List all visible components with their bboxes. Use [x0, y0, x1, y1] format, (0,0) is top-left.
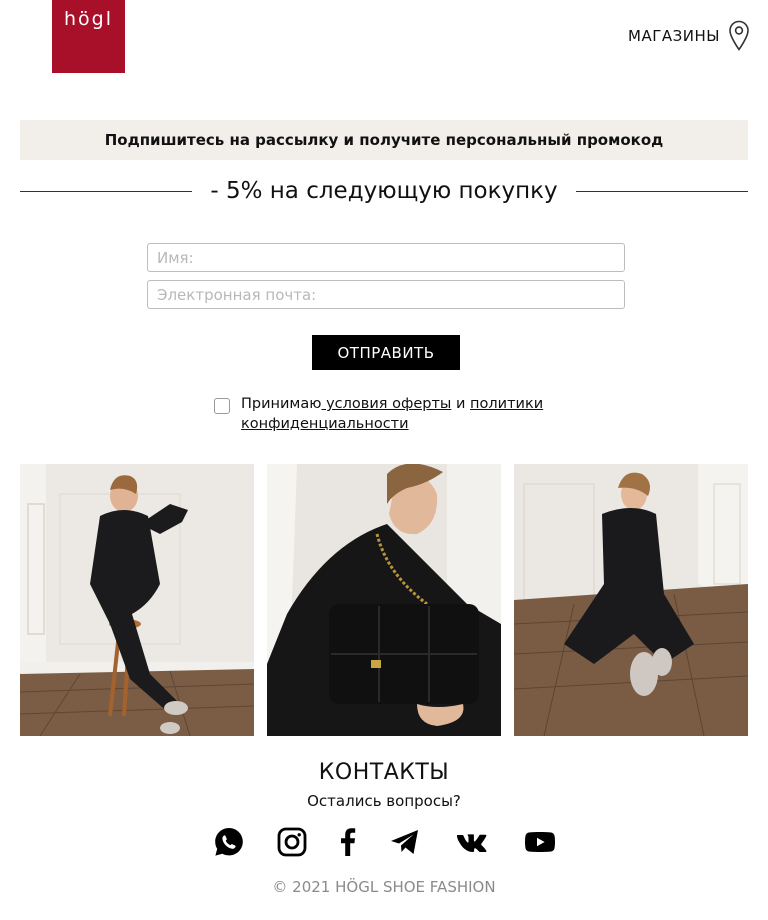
- consent-joiner: и: [451, 396, 471, 412]
- consent-checkbox[interactable]: [214, 398, 230, 414]
- divider-left: [20, 190, 193, 192]
- submit-button[interactable]: ОТПРАВИТЬ: [312, 335, 460, 370]
- woman-with-bag-image: [267, 464, 501, 736]
- woman-sitting-on-floor-image: [514, 464, 748, 736]
- telegram-link[interactable]: [388, 825, 422, 859]
- vk-icon: [457, 834, 487, 852]
- telegram-icon: [391, 830, 418, 854]
- email-field[interactable]: [147, 280, 625, 309]
- privacy-policy-link[interactable]: политики: [470, 396, 543, 412]
- social-links: [0, 825, 768, 859]
- privacy-policy-link-cont[interactable]: конфиденциальности: [241, 416, 409, 432]
- contacts-title: КОНТАКТЫ: [318, 760, 450, 785]
- facebook-icon: [341, 828, 356, 856]
- promo-banner-text: Подпишитесь на рассылку и получите персо…: [104, 131, 664, 149]
- divider-right: [575, 190, 749, 192]
- logo-text: högl: [63, 8, 113, 30]
- consent-text: Принимаю условия оферты и политики конфид…: [241, 394, 571, 434]
- gallery-photo-2[interactable]: [267, 464, 501, 736]
- name-field[interactable]: [147, 243, 625, 272]
- instagram-icon: [277, 827, 307, 857]
- gallery-photo-3[interactable]: [514, 464, 748, 736]
- map-pin-icon: [729, 20, 749, 51]
- whatsapp-link[interactable]: [212, 825, 246, 859]
- stores-label: МАГАЗИНЫ: [628, 27, 720, 45]
- stores-link[interactable]: МАГАЗИНЫ: [628, 20, 750, 52]
- facebook-link[interactable]: [331, 825, 365, 859]
- contacts-subtitle: Остались вопросы?: [307, 792, 461, 810]
- youtube-link[interactable]: [523, 825, 557, 859]
- offer-terms-link[interactable]: условия оферты: [321, 396, 451, 412]
- gallery-photo-1[interactable]: [20, 464, 254, 736]
- brand-logo[interactable]: högl: [52, 0, 125, 73]
- discount-text: - 5% на следующую покупку: [210, 178, 558, 204]
- promo-banner: Подпишитесь на рассылку и получите персо…: [20, 120, 748, 160]
- copyright-text: © 2021 HÖGL SHOE FASHION: [272, 878, 496, 896]
- discount-heading: - 5% на следующую покупку: [20, 172, 749, 210]
- vk-link[interactable]: [455, 825, 489, 859]
- youtube-icon: [525, 832, 555, 852]
- whatsapp-icon: [215, 828, 243, 856]
- consent-prefix: Принимаю: [241, 396, 322, 412]
- instagram-link[interactable]: [275, 825, 309, 859]
- woman-on-stool-image: [20, 464, 254, 736]
